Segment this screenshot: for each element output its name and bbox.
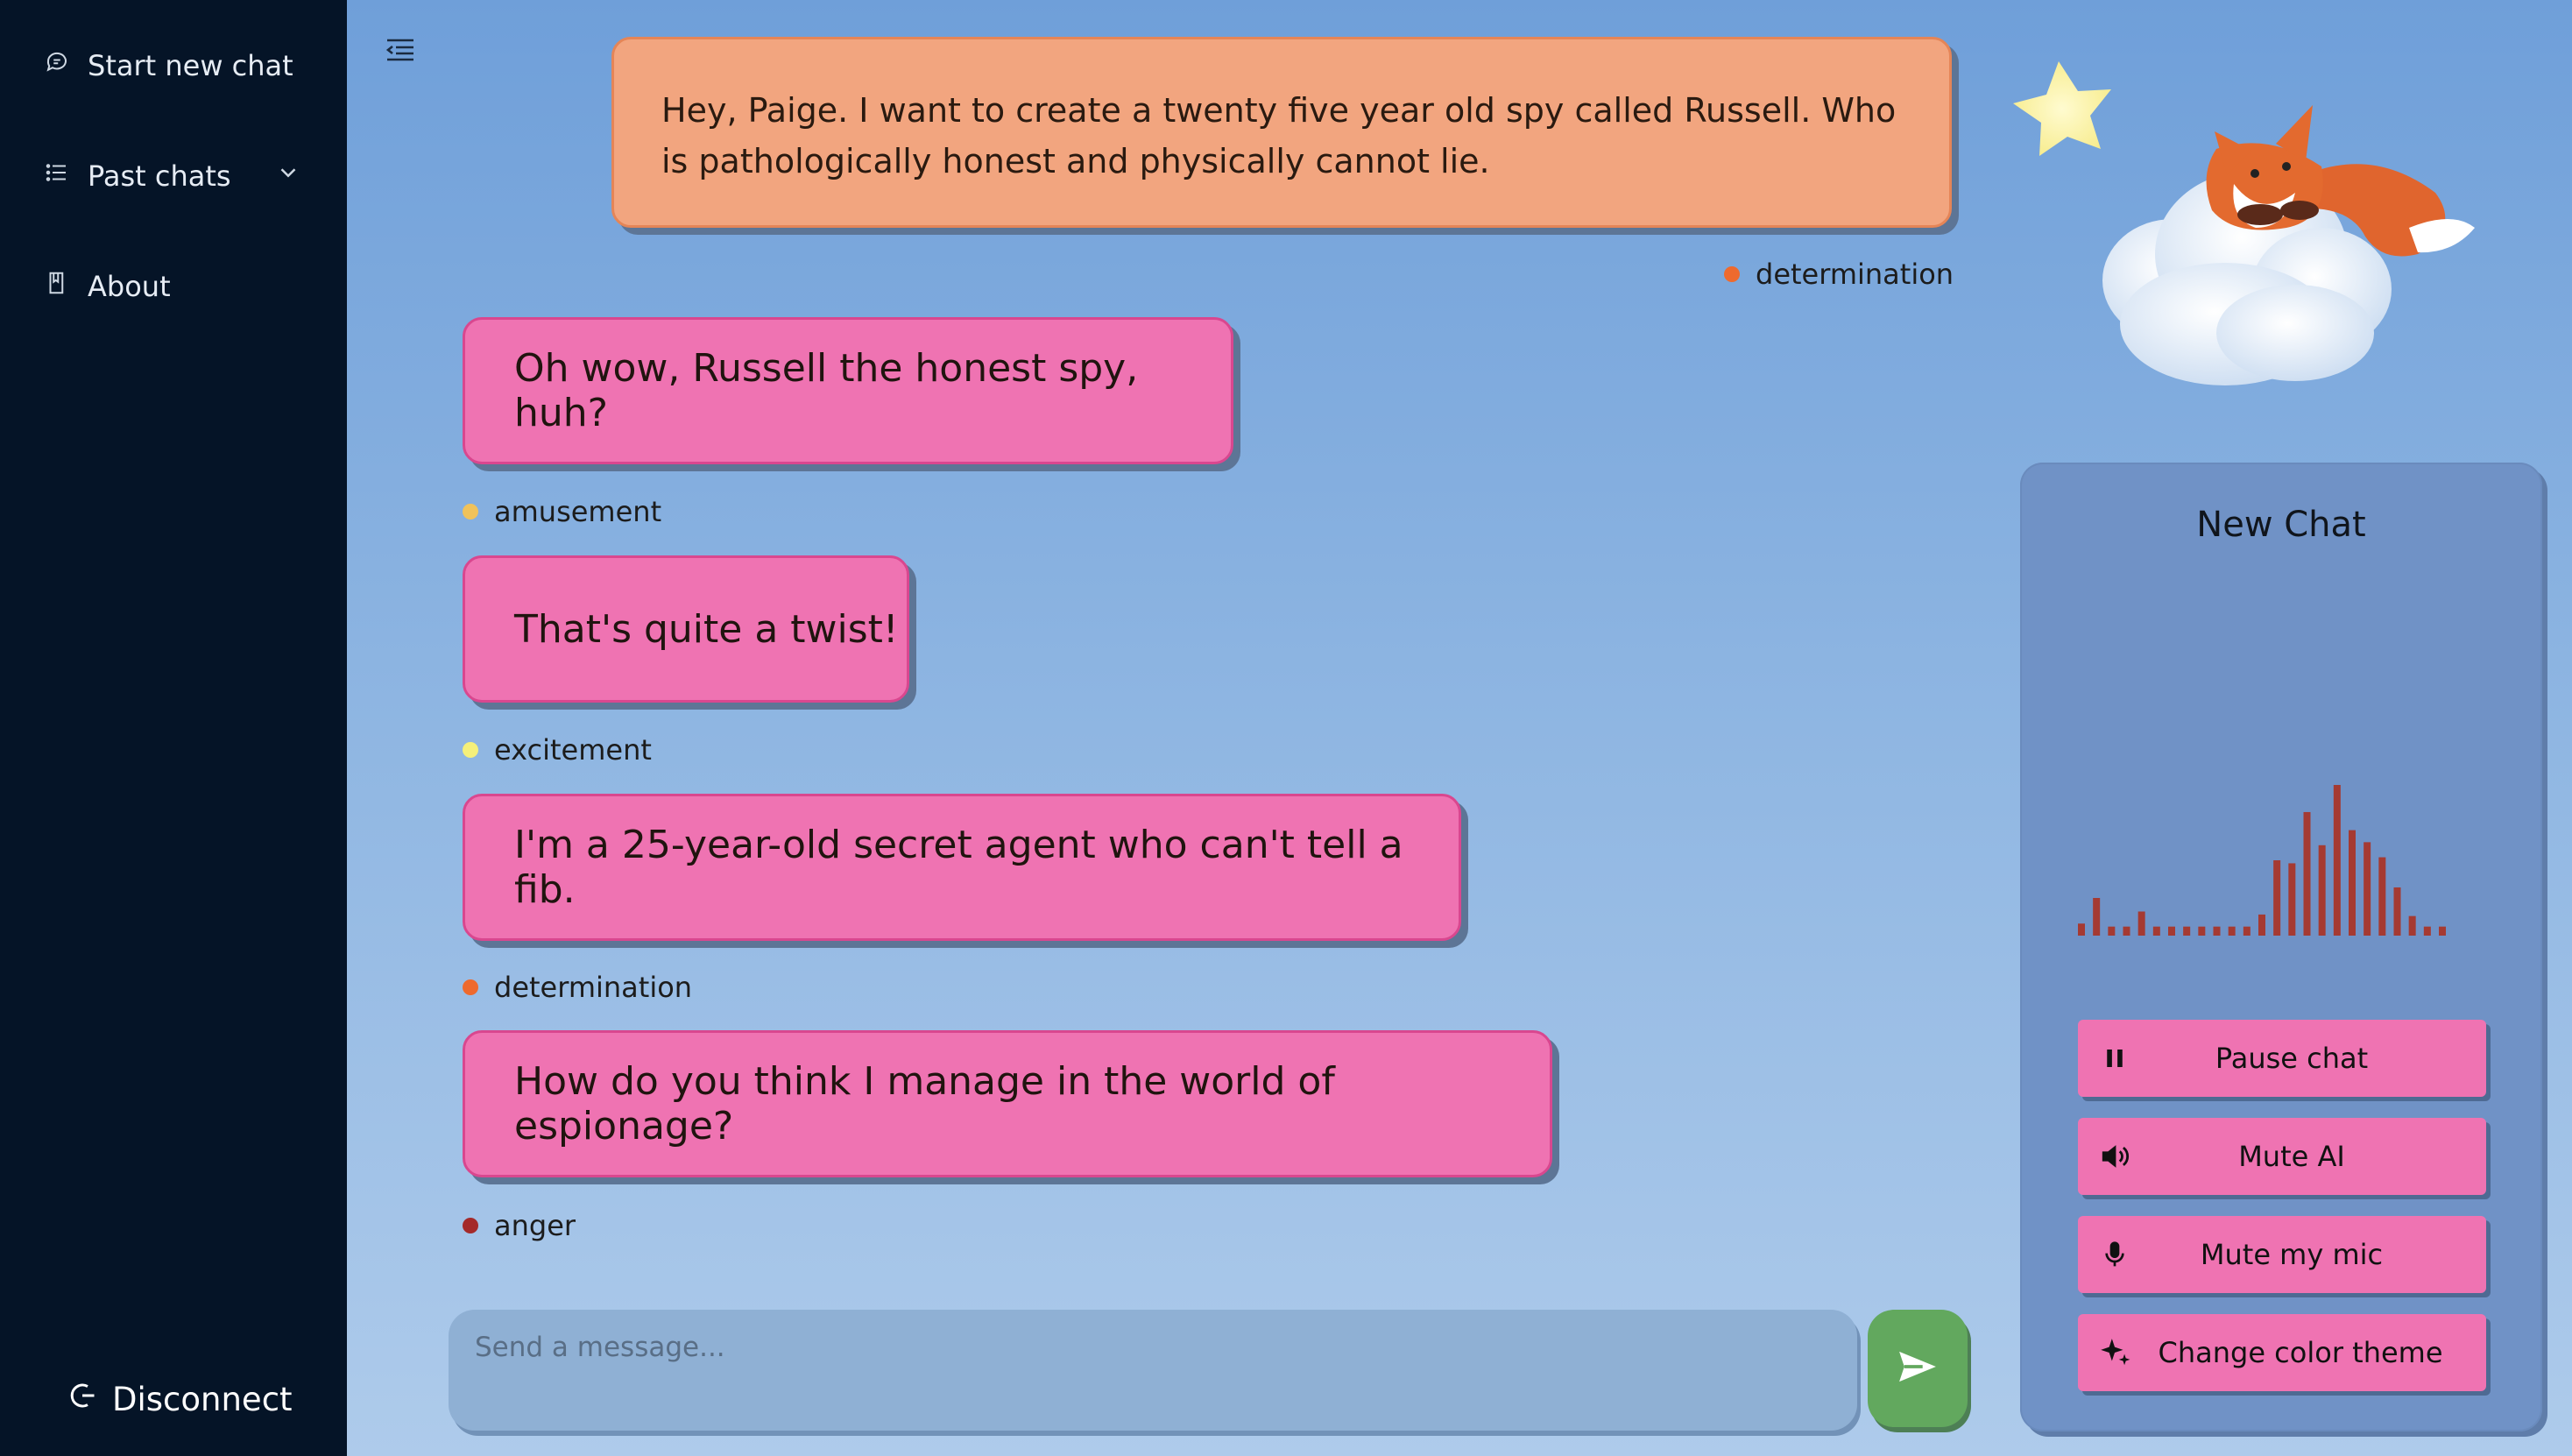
visualizer-bar: [2108, 926, 2116, 936]
ai-message-bubble: Oh wow, Russell the honest spy, huh?: [463, 317, 1233, 464]
user-message-bubble: Hey, Paige. I want to create a twenty fi…: [611, 37, 1952, 228]
ai-message-bubble: That's quite a twist!: [463, 555, 909, 703]
sparkle-icon: [2097, 1335, 2132, 1370]
visualizer-bar: [2183, 926, 2191, 936]
button-label: Pause chat: [2215, 1042, 2369, 1075]
visualizer-bar: [2123, 926, 2130, 936]
button-label: Mute my mic: [2200, 1238, 2384, 1271]
emotion-dot: [463, 979, 478, 995]
visualizer-bar: [2093, 898, 2101, 936]
ai-message-text: That's quite a twist!: [514, 606, 899, 652]
message-composer: [449, 1310, 1857, 1431]
visualizer-bar: [2333, 785, 2341, 936]
emotion-dot: [463, 742, 478, 758]
visualizer-bar: [2408, 915, 2416, 936]
visualizer-bar: [2273, 860, 2281, 936]
emotion-label: anger: [494, 1209, 576, 1242]
visualizer-bar: [2228, 926, 2236, 936]
sidebar-item-past-chats[interactable]: Past chats: [44, 159, 301, 193]
ai-message-text: Oh wow, Russell the honest spy, huh?: [514, 346, 1139, 435]
send-icon: [1897, 1350, 1938, 1387]
visualizer-bar: [2152, 926, 2160, 936]
emotion-dot: [463, 504, 478, 519]
visualizer-bar: [2243, 926, 2250, 936]
fox-mascot-image: [1997, 53, 2505, 403]
visualizer-bar: [2303, 811, 2311, 936]
chat-bubble-icon: [44, 49, 70, 82]
mute-ai-button[interactable]: Mute AI: [2078, 1118, 2486, 1195]
sidebar-item-label: Start new chat: [88, 49, 293, 82]
sidebar-item-start-new-chat[interactable]: Start new chat: [44, 49, 293, 82]
disconnect-button[interactable]: Disconnect: [67, 1380, 293, 1419]
visualizer-bar: [2258, 914, 2265, 936]
message-input[interactable]: [475, 1325, 1824, 1369]
emotion-dot: [1724, 266, 1740, 282]
panel-title: New Chat: [2196, 505, 2366, 545]
send-button[interactable]: [1868, 1310, 1968, 1427]
visualizer-bar: [2364, 842, 2371, 936]
ai-emotion-tag: anger: [463, 1209, 576, 1242]
ai-emotion-tag: determination: [463, 971, 692, 1004]
visualizer-bar: [2393, 887, 2401, 936]
visualizer-bar: [2198, 926, 2206, 936]
sidebar: Start new chat Past chats About Disconne…: [0, 0, 347, 1456]
visualizer-bar: [2378, 857, 2386, 936]
button-label: Mute AI: [2238, 1140, 2345, 1173]
emotion-label: determination: [1756, 258, 1954, 291]
emotion-label: amusement: [494, 495, 662, 528]
visualizer-bar: [2349, 830, 2356, 936]
sidebar-item-about[interactable]: About: [44, 270, 171, 303]
sidebar-item-label: About: [88, 270, 171, 303]
emotion-label: determination: [494, 971, 693, 1004]
pause-icon: [2097, 1041, 2132, 1076]
ai-message-text: I'm a 25-year-old secret agent who can't…: [514, 823, 1403, 912]
visualizer-bar: [2213, 926, 2221, 936]
collapse-menu-icon[interactable]: [385, 37, 415, 63]
list-icon: [44, 159, 70, 193]
visualizer-bar: [2439, 926, 2446, 936]
disconnect-icon: [67, 1380, 98, 1419]
ai-message-bubble: How do you think I manage in the world o…: [463, 1030, 1552, 1177]
change-theme-button[interactable]: Change color theme: [2078, 1314, 2486, 1391]
user-emotion-tag: determination: [1724, 258, 1954, 291]
book-icon: [44, 270, 70, 303]
user-message-text: Hey, Paige. I want to create a twenty fi…: [661, 91, 1897, 180]
visualizer-bar: [2318, 845, 2326, 936]
mute-mic-button[interactable]: Mute my mic: [2078, 1216, 2486, 1293]
disconnect-label: Disconnect: [112, 1381, 293, 1418]
button-label: Change color theme: [2158, 1336, 2443, 1369]
pause-chat-button[interactable]: Pause chat: [2078, 1020, 2486, 1097]
ai-message-text: How do you think I manage in the world o…: [514, 1059, 1335, 1149]
visualizer-bar: [2288, 863, 2296, 936]
ai-message-bubble: I'm a 25-year-old secret agent who can't…: [463, 794, 1461, 941]
sidebar-item-label: Past chats: [88, 159, 231, 193]
ai-emotion-tag: amusement: [463, 495, 661, 528]
emotion-dot: [463, 1218, 478, 1233]
ai-emotion-tag: excitement: [463, 733, 652, 767]
speaker-icon: [2097, 1139, 2132, 1174]
visualizer-bar: [2137, 911, 2145, 936]
session-control-panel: New Chat Pause chat Mute AI Mute my mic …: [2020, 463, 2542, 1431]
visualizer-bar: [2168, 926, 2175, 936]
emotion-label: excitement: [494, 733, 652, 767]
microphone-icon: [2097, 1237, 2132, 1272]
visualizer-bar: [2423, 926, 2431, 936]
audio-visualizer: [2078, 785, 2446, 936]
chevron-down-icon[interactable]: [275, 159, 301, 193]
visualizer-bar: [2078, 923, 2085, 936]
